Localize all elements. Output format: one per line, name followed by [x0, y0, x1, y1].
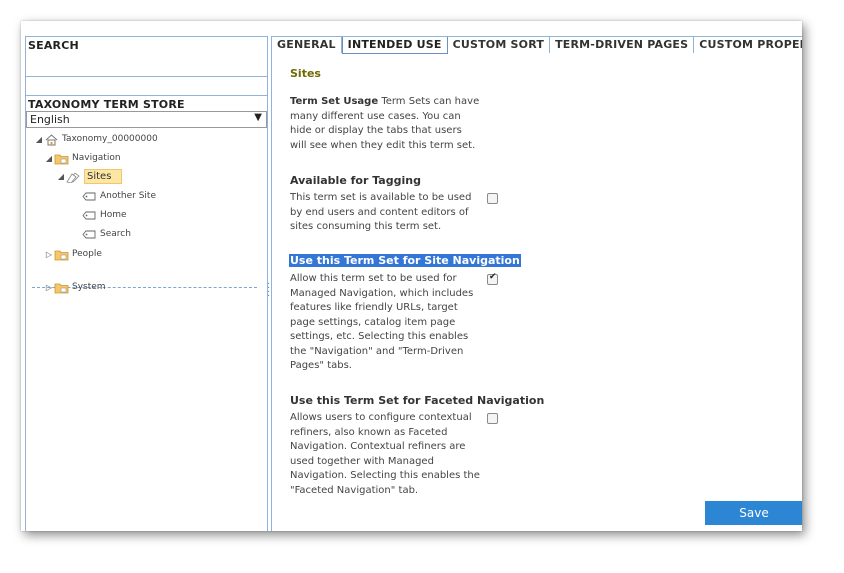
properties-panel: GENERAL INTENDED USE CUSTOM SORT TERM-DR… [271, 36, 802, 531]
tree-label-sites: Sites [84, 168, 123, 184]
expand-toggle-icon[interactable]: ◢ [44, 154, 54, 163]
panel-resize-handle[interactable]: · · · · [267, 280, 270, 302]
term-store-window: SEARCH TAXONOMY TERM STORE English ▼ ◢ T… [21, 21, 802, 531]
term-group-folder-icon [54, 281, 69, 294]
tab-custom-sort[interactable]: CUSTOM SORT [448, 37, 551, 53]
tree-node-search[interactable]: Search [82, 226, 131, 242]
save-button[interactable]: Save [705, 501, 802, 525]
tree-node-home[interactable]: Home [82, 207, 127, 223]
faceted-heading: Use this Term Set for Faceted Navigation [290, 394, 545, 407]
navigation-heading: Use this Term Set for Site Navigation [289, 254, 521, 267]
term-tag-icon [82, 190, 97, 203]
tab-term-driven-pages[interactable]: TERM-DRIVEN PAGES [550, 37, 695, 53]
tagging-checkbox[interactable] [487, 193, 498, 204]
tab-intended-use[interactable]: INTENDED USE [341, 37, 448, 54]
tree-label-home: Home [100, 210, 127, 220]
term-tag-icon [82, 209, 97, 222]
faceted-checkbox[interactable] [487, 413, 498, 424]
tree-label-system: System [72, 282, 106, 292]
search-title: SEARCH [28, 39, 79, 52]
search-divider [26, 76, 267, 77]
taxonomy-panel: SEARCH TAXONOMY TERM STORE English ▼ ◢ T… [25, 36, 268, 531]
expand-toggle-icon[interactable]: ◢ [56, 172, 66, 181]
expand-toggle-icon[interactable]: ◢ [34, 135, 44, 144]
term-group-folder-icon [54, 248, 69, 261]
term-group-folder-icon [54, 152, 69, 165]
tree-label-people: People [72, 249, 102, 259]
term-store-title: TAXONOMY TERM STORE [28, 98, 185, 111]
term-tag-icon [82, 228, 97, 241]
tree-node-people[interactable]: ▷ People [44, 246, 102, 262]
usage-label: Term Set Usage [290, 96, 379, 107]
navigation-text: Allow this term set to be used for Manag… [290, 273, 474, 371]
tree-label-search: Search [100, 229, 131, 239]
term-set-icon [66, 170, 81, 183]
language-select[interactable]: English ▼ [26, 111, 267, 128]
taxonomy-root-icon [44, 133, 59, 146]
tab-custom-properties[interactable]: CUSTOM PROPERTIES [694, 37, 802, 53]
term-set-title: Sites [290, 67, 321, 80]
chevron-down-icon: ▼ [254, 112, 262, 123]
tree-node-sites[interactable]: ◢ Sites [56, 168, 123, 184]
tree-label-root: Taxonomy_00000000 [62, 134, 158, 144]
tree-label-navigation: Navigation [72, 153, 121, 163]
search-divider-bottom [26, 95, 267, 96]
expand-toggle-icon[interactable]: ▷ [44, 250, 54, 259]
tree-node-another-site[interactable]: Another Site [82, 188, 156, 204]
tagging-heading: Available for Tagging [290, 174, 421, 187]
tree-node-root[interactable]: ◢ Taxonomy_00000000 [34, 131, 158, 147]
tagging-text: This term set is available to be used by… [290, 192, 472, 232]
tree-node-system[interactable]: ▷ System [44, 279, 106, 295]
tab-general[interactable]: GENERAL [272, 37, 342, 53]
tab-bar: GENERAL INTENDED USE CUSTOM SORT TERM-DR… [272, 37, 802, 54]
usage-description: Term Set Usage Term Sets can have many d… [290, 95, 480, 153]
navigation-checkbox[interactable]: ✔ [487, 272, 498, 285]
tree-label-another-site: Another Site [100, 191, 156, 201]
expand-toggle-icon[interactable]: ▷ [44, 283, 54, 292]
faceted-text: Allows users to configure contextual ref… [290, 412, 480, 496]
language-value: English [30, 113, 70, 126]
checkmark-icon: ✔ [489, 272, 497, 282]
tree-node-navigation[interactable]: ◢ Navigation [44, 150, 121, 166]
